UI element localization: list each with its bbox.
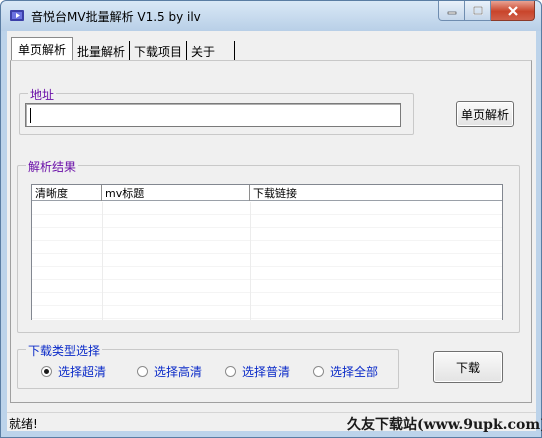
results-table-header: 清晰度 mv标题 下载链接 xyxy=(32,185,502,201)
download-type-group-label: 下载类型选择 xyxy=(26,342,103,359)
url-input[interactable] xyxy=(25,103,401,127)
results-group-label: 解析结果 xyxy=(26,158,79,175)
radio-option-all[interactable]: 选择全部 xyxy=(313,363,378,380)
radio-button[interactable] xyxy=(137,366,148,377)
tab-about[interactable]: 关于 xyxy=(187,41,236,61)
radio-label: 选择全部 xyxy=(330,365,379,379)
caption-buttons xyxy=(438,1,535,21)
maximize-button[interactable] xyxy=(465,1,491,21)
column-divider xyxy=(102,202,103,320)
title-bar[interactable]: 音悦台MV批量解析 V1.5 by ilv xyxy=(1,1,541,31)
app-window: 音悦台MV批量解析 V1.5 by ilv 单页解析 批量解析 下载项目 关于 … xyxy=(0,0,542,438)
column-header-download-link[interactable]: 下载链接 xyxy=(250,185,502,201)
single-page-parse-button[interactable]: 单页解析 xyxy=(456,101,514,127)
column-header-quality[interactable]: 清晰度 xyxy=(32,185,102,201)
radio-button[interactable] xyxy=(41,366,52,377)
tab-batch[interactable]: 批量解析 xyxy=(73,41,131,61)
text-caret xyxy=(30,108,31,123)
watermark-text: 久友下载站(www.9upk.com) xyxy=(347,417,542,433)
tab-strip: 单页解析 批量解析 下载项目 关于 xyxy=(11,37,236,61)
status-bar: 就绪! 久友下载站(www.9upk.com) xyxy=(7,412,542,433)
radio-option-high[interactable]: 选择高清 xyxy=(137,363,202,380)
maximize-icon xyxy=(472,6,483,15)
radio-label: 选择普清 xyxy=(242,365,291,379)
radio-button[interactable] xyxy=(225,366,236,377)
column-divider xyxy=(250,202,251,320)
client-area: 单页解析 批量解析 下载项目 关于 地址 单页解析 解析结果 清晰度 mv标题 … xyxy=(7,31,542,433)
music-video-icon xyxy=(10,10,24,21)
close-icon xyxy=(507,5,518,16)
results-table[interactable]: 清晰度 mv标题 下载链接 xyxy=(31,184,503,320)
radio-option-ultra[interactable]: 选择超清 xyxy=(41,363,106,380)
column-header-mv-title[interactable]: mv标题 xyxy=(102,185,250,201)
download-button[interactable]: 下载 xyxy=(433,351,503,383)
address-group-label: 地址 xyxy=(28,86,57,103)
tab-single-page[interactable]: 单页解析 xyxy=(11,37,74,61)
radio-option-normal[interactable]: 选择普清 xyxy=(225,363,290,380)
radio-label: 选择高清 xyxy=(154,365,203,379)
radio-button[interactable] xyxy=(313,366,324,377)
window-title: 音悦台MV批量解析 V1.5 by ilv xyxy=(31,10,201,24)
close-button[interactable] xyxy=(491,1,535,21)
radio-selected-dot xyxy=(44,369,49,374)
minimize-icon xyxy=(447,11,456,14)
minimize-button[interactable] xyxy=(438,1,465,21)
status-text: 就绪! xyxy=(9,417,38,431)
radio-label: 选择超清 xyxy=(58,365,107,379)
tab-downloads[interactable]: 下载项目 xyxy=(130,41,188,61)
